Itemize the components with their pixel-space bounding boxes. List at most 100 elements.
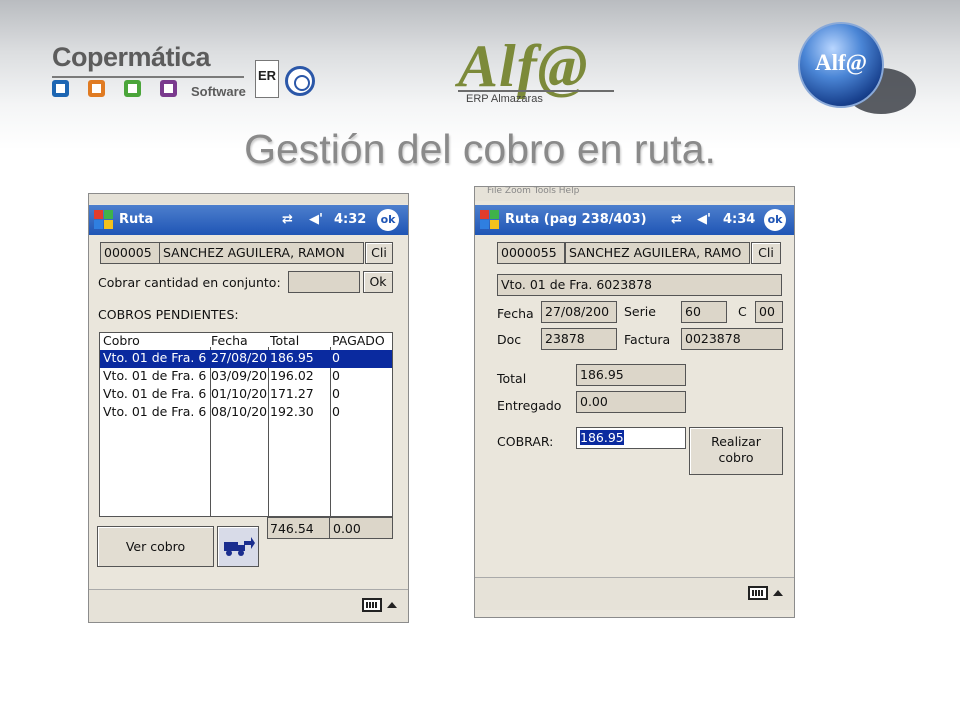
cell-cobro: Vto. 01 de Fra. 6: [103, 386, 207, 401]
cell-pagado: 0: [332, 350, 340, 365]
client-name-field[interactable]: SANCHEZ AGUILERA, RAMON: [159, 242, 364, 264]
table-row[interactable]: Vto. 01 de Fra. 6 27/08/20 186.95 0: [100, 350, 392, 368]
iqnet-certification-icon: [285, 66, 315, 96]
cell-pagado: 0: [332, 368, 340, 383]
volume-icon[interactable]: ◀ꞌ: [309, 212, 323, 227]
table-row[interactable]: Vto. 01 de Fra. 6 03/09/20 196.02 0: [100, 368, 392, 386]
view-collection-button[interactable]: Ver cobro: [97, 526, 214, 567]
cell-total: 192.30: [270, 404, 314, 419]
client-button[interactable]: Cli: [365, 242, 393, 264]
blue-square-icon: [52, 80, 69, 97]
doc-field[interactable]: 23878: [541, 328, 617, 350]
keyboard-icon[interactable]: [362, 598, 382, 612]
cell-fecha: 01/10/20: [211, 386, 267, 401]
purple-square-icon: [160, 80, 177, 97]
cell-fecha: 03/09/20: [211, 368, 267, 383]
delivery-truck-icon: [224, 537, 255, 556]
start-menu-icon[interactable]: [93, 209, 115, 231]
doc-label: Doc: [497, 332, 522, 347]
er-certification-badge: ER: [255, 60, 279, 98]
orange-square-icon: [88, 80, 105, 97]
column-header-pagado[interactable]: PAGADO: [332, 333, 385, 348]
totals-divider: [329, 518, 330, 538]
menu-strip: File Zoom Tools Help: [475, 187, 794, 201]
app-title: Ruta (pag 238/403): [505, 212, 647, 227]
cell-fecha: 27/08/20: [211, 350, 267, 365]
collect-ok-button[interactable]: Ok: [363, 271, 393, 293]
column-header-fecha[interactable]: Fecha: [211, 333, 248, 348]
table-row[interactable]: Vto. 01 de Fra. 6 01/10/20 171.27 0: [100, 386, 392, 404]
column-header-cobro[interactable]: Cobro: [103, 333, 140, 348]
cell-total: 171.27: [270, 386, 314, 401]
realizar-line-1: Realizar: [711, 434, 761, 449]
app-title: Ruta: [119, 212, 154, 227]
clock-time[interactable]: 4:32: [334, 212, 366, 227]
right-title-bar: Ruta (pag 238/403) ⇄ ◀ꞌ 4:34 ok: [475, 205, 794, 235]
client-button[interactable]: Cli: [751, 242, 781, 264]
entregado-field[interactable]: 0.00: [576, 391, 686, 413]
serie-label: Serie: [624, 304, 656, 319]
keyboard-icon[interactable]: [748, 586, 768, 600]
cell-cobro: Vto. 01 de Fra. 6: [103, 350, 207, 365]
company-logo: Copermática Software: [52, 42, 252, 112]
factura-field[interactable]: 0023878: [681, 328, 783, 350]
volume-icon[interactable]: ◀ꞌ: [697, 212, 711, 227]
fecha-label: Fecha: [497, 306, 534, 321]
company-logo-text: Copermática: [52, 42, 211, 72]
start-menu-icon[interactable]: [479, 209, 501, 231]
input-menu-arrow-icon[interactable]: [387, 602, 397, 608]
total-field[interactable]: 186.95: [576, 364, 686, 386]
delivery-truck-button[interactable]: [217, 526, 259, 567]
table-row[interactable]: Vto. 01 de Fra. 6 08/10/20 192.30 0: [100, 404, 392, 422]
ok-button[interactable]: ok: [764, 209, 786, 231]
right-device-screen: File Zoom Tools Help Ruta (pag 238/403) …: [474, 186, 795, 618]
company-logo-sub: Software: [191, 84, 246, 99]
serie-field[interactable]: 60: [681, 301, 727, 323]
cobrar-input[interactable]: 186.95: [576, 427, 686, 449]
client-code-field[interactable]: 0000055: [497, 242, 565, 264]
cell-cobro: Vto. 01 de Fra. 6: [103, 404, 207, 419]
cell-total: 196.02: [270, 368, 314, 383]
list-header: Cobro Fecha Total PAGADO: [100, 333, 392, 348]
product-logo-sub: ERP Almazaras: [466, 93, 543, 105]
invoice-description-field[interactable]: Vto. 01 de Fra. 6023878: [497, 274, 782, 296]
cell-fecha: 08/10/20: [211, 404, 267, 419]
fecha-field[interactable]: 27/08/200: [541, 301, 617, 323]
cell-pagado: 0: [332, 404, 340, 419]
c-field[interactable]: 00: [755, 301, 783, 323]
collect-together-label: Cobrar cantidad en conjunto:: [98, 275, 281, 290]
total-label: Total: [497, 371, 527, 386]
green-square-icon: [124, 80, 141, 97]
client-name-field[interactable]: SANCHEZ AGUILERA, RAMO: [565, 242, 750, 264]
factura-label: Factura: [624, 332, 671, 347]
page-title: Gestión del cobro en ruta.: [244, 126, 716, 172]
globe-text: Alf@: [814, 50, 868, 75]
entregado-label: Entregado: [497, 398, 562, 413]
pending-collections-list[interactable]: Cobro Fecha Total PAGADO Vto. 01 de Fra.…: [99, 332, 393, 517]
connectivity-icon[interactable]: ⇄: [671, 212, 682, 227]
c-label: C: [738, 304, 747, 319]
left-bottom-bar: [89, 589, 408, 622]
connectivity-icon[interactable]: ⇄: [282, 212, 293, 227]
left-device-screen: Ruta ⇄ ◀ꞌ 4:32 ok 000005 SANCHEZ AGUILER…: [88, 193, 409, 623]
cobrar-label: COBRAR:: [497, 434, 554, 449]
pending-label: COBROS PENDIENTES:: [98, 307, 239, 322]
logo-divider: [52, 76, 244, 78]
collect-together-input[interactable]: [288, 271, 360, 293]
cell-total: 186.95: [270, 350, 314, 365]
input-menu-arrow-icon[interactable]: [773, 590, 783, 596]
totals-row: 746.54 0.00: [267, 517, 393, 539]
ok-button[interactable]: ok: [377, 209, 399, 231]
cell-pagado: 0: [332, 386, 340, 401]
cobrar-value: 186.95: [580, 430, 624, 445]
product-logo-line: [458, 90, 614, 92]
clock-time[interactable]: 4:34: [723, 212, 755, 227]
menu-strip: [89, 194, 408, 204]
client-code-field[interactable]: 000005: [100, 242, 160, 264]
sum-paid: 0.00: [333, 521, 361, 536]
sum-total: 746.54: [270, 521, 314, 536]
right-bottom-bar: [475, 577, 794, 610]
left-title-bar: Ruta ⇄ ◀ꞌ 4:32 ok: [89, 205, 408, 235]
column-header-total[interactable]: Total: [270, 333, 299, 348]
realizar-cobro-button[interactable]: Realizar cobro: [689, 427, 783, 475]
